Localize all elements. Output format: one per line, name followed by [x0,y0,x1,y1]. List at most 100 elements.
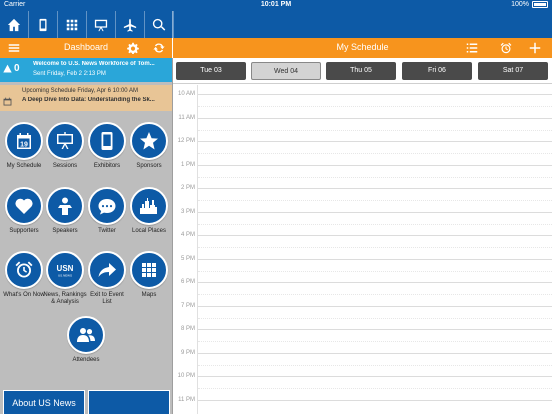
tile-supporters[interactable]: Supporters [2,187,46,235]
tile-news-rankings[interactable]: USN US.NEWS News, Rankings & Analysis [43,251,87,306]
hour-label: 5 PM [180,255,195,262]
plane-icon[interactable] [116,11,145,38]
svg-text:USN: USN [57,264,74,273]
gear-icon[interactable] [125,40,141,56]
day-tab[interactable]: Thu 05 [326,62,396,80]
dashboard-title: Dashboard [63,42,109,52]
menu-icon[interactable] [6,40,22,56]
alert-count-value: 0 [14,63,20,74]
hour-label: 11 PM [178,396,195,403]
alert-count: 0 [3,63,20,74]
day-tab[interactable]: Tue 03 [176,62,246,80]
tile-label: Sponsors [136,163,162,169]
usn-logo-icon: USN US.NEWS [46,251,84,289]
hour-label: 4 PM [180,232,195,238]
tile-attendees[interactable]: Attendees [64,316,108,364]
star-icon [130,122,168,160]
hour-label: 9 PM [180,349,195,356]
twitter-icon [88,187,126,225]
easel-icon[interactable] [87,11,116,38]
grid-icon[interactable] [58,11,87,38]
alarm-clock-icon[interactable] [498,40,514,56]
tile-label: Local Places [131,228,167,234]
tile-label: Exhibitors [93,163,121,169]
tile-label: Speakers [52,228,78,234]
hour-row: 12 PM [173,132,552,156]
svg-text:US.NEWS: US.NEWS [58,274,72,278]
heart-icon [5,187,43,225]
tile-speakers[interactable]: Speakers [43,187,87,235]
tile-twitter[interactable]: Twitter [85,187,129,235]
hour-label: 10 AM [177,91,195,97]
battery-percent: 100% [511,1,529,8]
alert-sent: Sent Friday, Feb 2 2:13 PM [33,71,106,77]
alert-title: Welcome to U.S. News Workforce of Tom... [33,61,155,67]
phone-icon[interactable] [29,11,58,38]
battery-icon [532,1,548,8]
tile-my-schedule[interactable]: 19 My Schedule [2,122,46,170]
clock-label: 10:01 PM [260,1,292,8]
add-icon[interactable] [527,40,543,56]
hour-label: 11 AM [178,114,195,121]
hour-row: 7 PM [173,297,552,321]
list-icon[interactable] [464,40,480,56]
tile-label: Sessions [52,163,78,169]
calendar-icon: 19 [5,122,43,160]
nav-divider [172,11,173,38]
hour-row: 4 PM [173,226,552,250]
home-icon[interactable] [0,11,29,38]
tile-whats-on-now[interactable]: What's On Now [2,251,46,299]
schedule-header: My Schedule [173,38,552,58]
day-tab[interactable]: Sat 07 [478,62,548,80]
upcoming-schedule[interactable]: Upcoming Schedule Friday, Apr 6 10:00 AM… [0,85,172,111]
tile-label: Maps [141,292,157,298]
secondary-button[interactable] [88,390,170,414]
hour-row: 11 PM [173,391,552,414]
hour-row: 11 AM [173,109,552,133]
tile-label: News, Rankings & Analysis [43,292,87,305]
hour-row: 2 PM [173,179,552,203]
hour-row: 9 PM [173,344,552,368]
clock-icon [5,251,43,289]
phone-icon [88,122,126,160]
about-us-news-button[interactable]: About US News [3,390,85,414]
search-icon[interactable] [145,11,174,38]
refresh-icon[interactable] [151,40,167,56]
dashboard-panel: 0 Welcome to U.S. News Workforce of Tom.… [0,58,172,414]
top-bar: Carrier 10:01 PM 100% [0,0,552,38]
svg-text:19: 19 [20,142,28,149]
hour-row: 8 PM [173,320,552,344]
city-icon [130,187,168,225]
tile-maps[interactable]: Maps [127,251,171,299]
schedule-title: My Schedule [336,42,389,52]
tile-exhibitors[interactable]: Exhibitors [85,122,129,170]
hour-row: 10 PM [173,367,552,391]
hour-row: 6 PM [173,273,552,297]
people-icon [67,316,105,354]
easel-icon [46,122,84,160]
calendar-icon [3,93,12,106]
schedule-time-grid[interactable]: 10 AM 11 AM 12 PM 1 PM 2 PM 3 PM 4 PM 5 … [173,85,552,414]
day-tab[interactable]: Fri 06 [402,62,472,80]
hour-label: 12 PM [177,138,195,144]
tile-sponsors[interactable]: Sponsors [127,122,171,170]
tile-exit-event-list[interactable]: Exit to Event List [85,251,129,306]
day-tab-selected[interactable]: Wed 04 [251,62,321,80]
hour-label: 7 PM [180,302,195,309]
speaker-icon [46,187,84,225]
hour-label: 1 PM [180,161,195,168]
tile-label: Supporters [9,228,39,234]
hour-label: 8 PM [180,326,195,332]
tile-label: Attendees [72,357,100,363]
tile-sessions[interactable]: Sessions [43,122,87,170]
tile-local-places[interactable]: Local Places [127,187,171,235]
dashboard-header: Dashboard [0,38,172,58]
hour-row: 10 AM [173,85,552,109]
tile-label: Twitter [98,228,116,234]
hour-row: 5 PM [173,250,552,274]
alert-banner[interactable]: 0 Welcome to U.S. News Workforce of Tom.… [0,58,172,82]
warning-icon [3,64,12,73]
day-selector: Tue 03 Wed 04 Thu 05 Fri 06 Sat 07 [173,58,552,84]
share-arrow-icon [88,251,126,289]
upcoming-title: Upcoming Schedule Friday, Apr 6 10:00 AM [22,88,138,94]
